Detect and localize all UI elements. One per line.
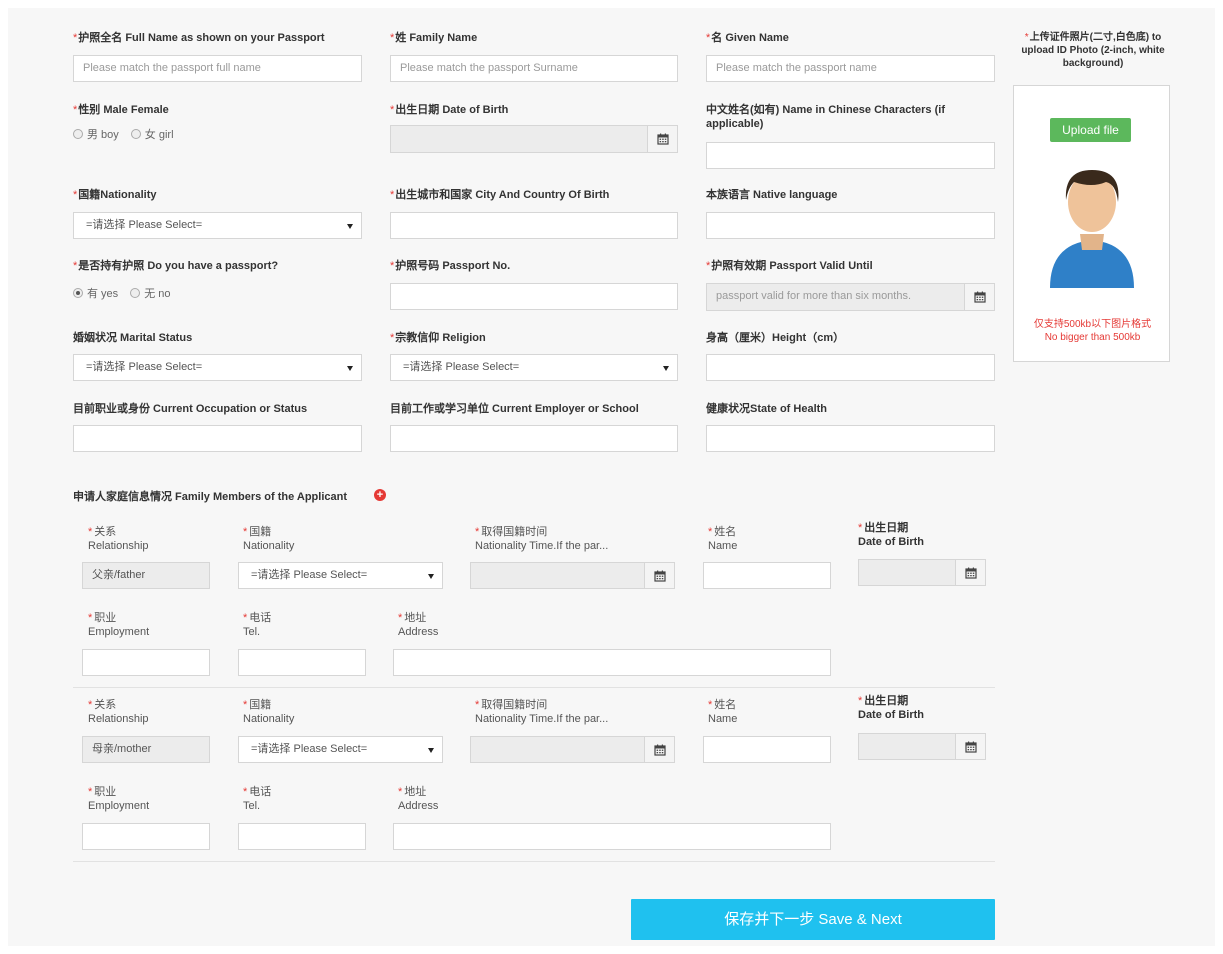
divider	[73, 861, 995, 862]
nationality-time-label: * 取得国籍时间 Nationality Time.If the par...	[475, 526, 609, 552]
relationship-label: * 关系 Relationship	[88, 526, 149, 552]
nationality-time-input[interactable]	[470, 562, 675, 589]
full-name-label: *护照全名 Full Name as shown on your Passpor…	[73, 32, 325, 44]
passport-no-label: 无 no	[144, 288, 171, 300]
avatar-placeholder-icon	[1050, 170, 1134, 288]
member-name-input[interactable]	[703, 736, 831, 763]
chevron-down-icon	[428, 748, 434, 753]
passport-no-label: *护照号码 Passport No.	[390, 260, 511, 272]
divider	[73, 687, 995, 688]
calendar-icon[interactable]	[647, 126, 677, 152]
dob-label: *出生日期 Date of Birth	[390, 104, 509, 116]
tel-label: * 电话 Tel.	[243, 786, 272, 812]
member-dob-input[interactable]	[858, 733, 986, 760]
occupation-label: 目前职业或身份 Current Occupation or Status	[73, 403, 308, 415]
photo-note-en: No bigger than 500kb	[1044, 332, 1141, 343]
gender-radio-group: 男 boy 女 girl	[73, 126, 182, 142]
birth-city-label: *出生城市和国家 City And Country Of Birth	[390, 189, 610, 201]
family-name-label: *姓 Family Name	[390, 32, 478, 44]
passport-valid-input[interactable]: passport valid for more than six months.	[706, 283, 995, 311]
nationality-label: *国籍Nationality	[73, 189, 157, 201]
full-name-input[interactable]: Please match the passport full name	[73, 55, 362, 82]
chevron-down-icon	[428, 574, 434, 579]
passport-yes-radio[interactable]	[73, 288, 83, 298]
calendar-icon[interactable]	[964, 284, 994, 310]
save-next-button[interactable]: 保存并下一步 Save & Next	[631, 899, 995, 940]
member-name-label: * 姓名 Name	[708, 526, 738, 552]
tel-input[interactable]	[238, 823, 366, 850]
employment-label: * 职业 Employment	[88, 786, 150, 812]
employer-input[interactable]	[390, 425, 678, 452]
relationship-field: 母亲/mother	[82, 736, 210, 763]
marital-label: 婚姻状况 Marital Status	[73, 332, 193, 344]
employer-label: 目前工作或学习单位 Current Employer or School	[390, 403, 639, 415]
photo-label: *上传证件照片(二寸,白色底) to upload ID Photo (2-in…	[1021, 32, 1165, 69]
family-section-title: 申请人家庭信息情况 Family Members of the Applican…	[73, 491, 348, 503]
calendar-icon[interactable]	[644, 737, 674, 762]
has-passport-label: *是否持有护照 Do you have a passport?	[73, 260, 279, 272]
passport-yes-label: 有 yes	[87, 288, 119, 300]
employment-input[interactable]	[82, 649, 210, 676]
address-input[interactable]	[393, 649, 831, 676]
chinese-name-label: 中文姓名(如有) Name in Chinese Characters (if …	[706, 104, 945, 130]
member-nationality-label: * 国籍 Nationality	[243, 699, 295, 725]
employment-input[interactable]	[82, 823, 210, 850]
upload-file-button[interactable]: Upload file	[1050, 118, 1131, 142]
member-nationality-select[interactable]: =请选择 Please Select=	[238, 736, 443, 763]
chevron-down-icon	[663, 366, 669, 371]
relationship-label: * 关系 Relationship	[88, 699, 149, 725]
gender-girl-radio[interactable]	[130, 129, 141, 139]
nationality-select[interactable]: =请选择 Please Select=	[73, 212, 362, 239]
photo-note-cn: 仅支持500kb以下图片格式	[1033, 319, 1152, 330]
native-language-label: 本族语言 Native language	[706, 189, 838, 201]
member-nationality-label: * 国籍 Nationality	[243, 526, 295, 552]
photo-upload-box: Upload file 仅支持500kb以下图片格式 No bigger tha…	[1013, 85, 1170, 362]
marital-select[interactable]: =请选择 Please Select=	[73, 354, 362, 381]
member-nationality-select[interactable]: =请选择 Please Select=	[238, 562, 443, 589]
calendar-icon[interactable]	[644, 563, 674, 588]
given-name-label: *名 Given Name	[706, 32, 789, 44]
member-dob-input[interactable]	[858, 559, 986, 586]
dob-input[interactable]	[390, 125, 678, 153]
calendar-icon[interactable]	[955, 560, 985, 585]
nationality-time-label: * 取得国籍时间 Nationality Time.If the par...	[475, 699, 609, 725]
height-input[interactable]	[706, 354, 995, 381]
gender-label: *性别 Male Female	[73, 104, 169, 116]
member-dob-label: * 出生日期 Date of Birth	[858, 695, 924, 721]
gender-boy-label: 男 boy	[87, 129, 119, 141]
religion-select[interactable]: =请选择 Please Select=	[390, 354, 678, 381]
gender-girl-label: 女 girl	[144, 129, 174, 141]
birth-city-input[interactable]	[390, 212, 678, 239]
relationship-field: 父亲/father	[82, 562, 210, 589]
height-label: 身高（厘米）Height（cm）	[706, 332, 845, 344]
native-language-input[interactable]	[706, 212, 995, 239]
calendar-icon[interactable]	[955, 734, 985, 759]
given-name-input[interactable]: Please match the passport name	[706, 55, 995, 82]
passport-no-input[interactable]	[390, 283, 678, 310]
chevron-down-icon	[347, 366, 353, 371]
address-label: * 地址 Address	[398, 612, 439, 638]
address-label: * 地址 Address	[398, 786, 439, 812]
tel-label: * 电话 Tel.	[243, 612, 272, 638]
family-name-input[interactable]: Please match the passport Surname	[390, 55, 678, 82]
tel-input[interactable]	[238, 649, 366, 676]
member-name-label: * 姓名 Name	[708, 699, 738, 725]
address-input[interactable]	[393, 823, 831, 850]
gender-boy-radio[interactable]	[73, 129, 83, 139]
passport-no-radio[interactable]	[130, 288, 141, 298]
add-family-member-icon[interactable]: +	[374, 489, 386, 501]
employment-label: * 职业 Employment	[88, 612, 150, 638]
nationality-time-input[interactable]	[470, 736, 675, 763]
member-dob-label: * 出生日期 Date of Birth	[858, 522, 924, 548]
health-label: 健康状况State of Health	[706, 403, 828, 415]
occupation-input[interactable]	[73, 425, 362, 452]
health-input[interactable]	[706, 425, 995, 452]
has-passport-radio-group: 有 yes 无 no	[73, 285, 178, 301]
chinese-name-input[interactable]	[706, 142, 995, 169]
passport-valid-label: *护照有效期 Passport Valid Until	[706, 260, 873, 272]
religion-label: *宗教信仰 Religion	[390, 332, 486, 344]
chevron-down-icon	[347, 224, 353, 229]
member-name-input[interactable]	[703, 562, 831, 589]
